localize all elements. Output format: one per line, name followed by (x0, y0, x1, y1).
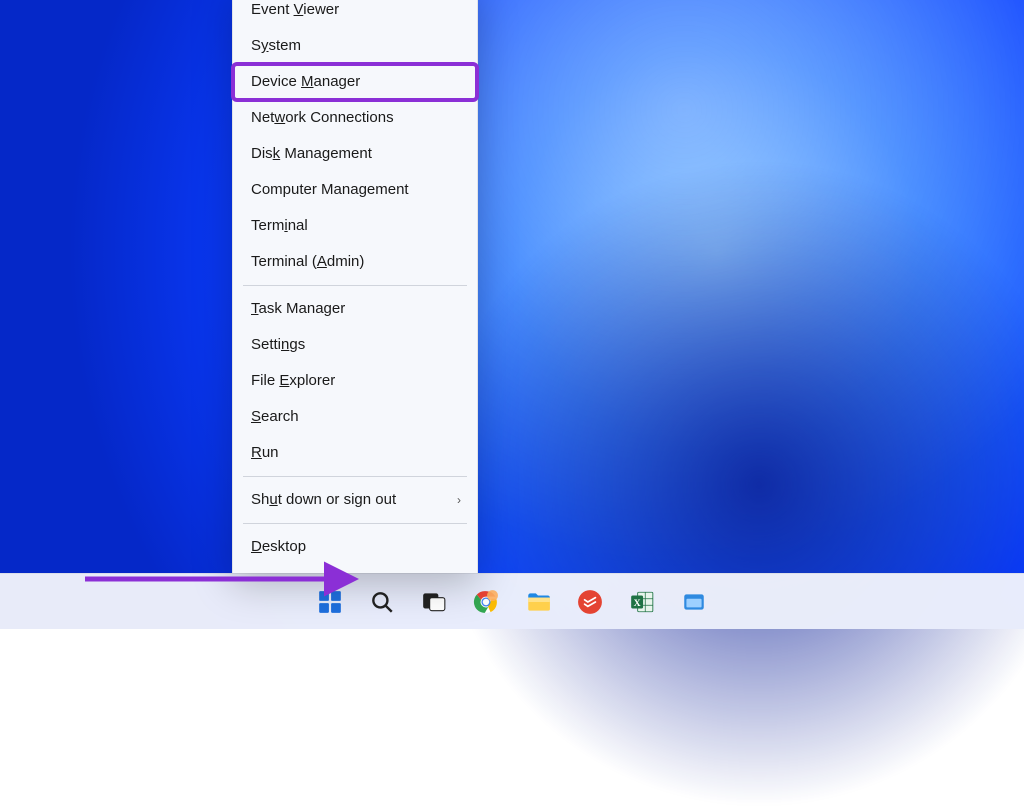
menu-item-label: System (251, 37, 301, 55)
menu-item-shut-down-or-sign-out[interactable]: Shut down or sign out › (233, 482, 477, 518)
file-explorer-icon[interactable] (523, 587, 553, 617)
app-icon[interactable] (679, 587, 709, 617)
menu-item-network-connections[interactable]: Network Connections (233, 100, 477, 136)
todoist-icon[interactable] (575, 587, 605, 617)
menu-item-label: Event Viewer (251, 1, 339, 19)
menu-item-label: Disk Management (251, 145, 372, 163)
menu-item-task-manager[interactable]: Task Manager (233, 291, 477, 327)
menu-item-search[interactable]: Search (233, 399, 477, 435)
search-icon[interactable] (367, 587, 397, 617)
menu-item-terminal-admin[interactable]: Terminal (Admin) (233, 244, 477, 280)
menu-item-label: Terminal (251, 217, 308, 235)
menu-item-file-explorer[interactable]: File Explorer (233, 363, 477, 399)
menu-item-label: Computer Management (251, 181, 409, 199)
menu-item-settings[interactable]: Settings (233, 327, 477, 363)
start-icon[interactable] (315, 587, 345, 617)
menu-item-label: Terminal (Admin) (251, 253, 364, 271)
menu-item-terminal[interactable]: Terminal (233, 208, 477, 244)
menu-item-run[interactable]: Run (233, 435, 477, 471)
desktop-wallpaper (0, 0, 1024, 629)
excel-icon[interactable]: X (627, 587, 657, 617)
menu-item-label: Run (251, 444, 279, 462)
menu-item-label: Search (251, 408, 299, 426)
menu-item-label: Shut down or sign out (251, 491, 396, 509)
menu-item-label: Device Manager (251, 73, 360, 91)
menu-item-desktop[interactable]: Desktop (233, 529, 477, 565)
task-view-icon[interactable] (419, 587, 449, 617)
menu-item-event-viewer[interactable]: Event Viewer (233, 0, 477, 28)
menu-item-label: Task Manager (251, 300, 345, 318)
menu-item-computer-management[interactable]: Computer Management (233, 172, 477, 208)
menu-separator (243, 285, 467, 286)
menu-item-label: Settings (251, 336, 305, 354)
winx-context-menu: Event Viewer System Device Manager Network … (232, 0, 478, 573)
menu-separator (243, 523, 467, 524)
chrome-icon[interactable] (471, 587, 501, 617)
menu-separator (243, 476, 467, 477)
menu-item-label: Network Connections (251, 109, 394, 127)
menu-item-label: Desktop (251, 538, 306, 556)
menu-item-device-manager[interactable]: Device Manager (233, 64, 477, 100)
chevron-right-icon: › (457, 493, 461, 507)
menu-item-label: File Explorer (251, 372, 335, 390)
svg-text:X: X (634, 597, 641, 608)
taskbar: X (0, 573, 1024, 629)
menu-item-system[interactable]: System (233, 28, 477, 64)
menu-item-disk-management[interactable]: Disk Management (233, 136, 477, 172)
